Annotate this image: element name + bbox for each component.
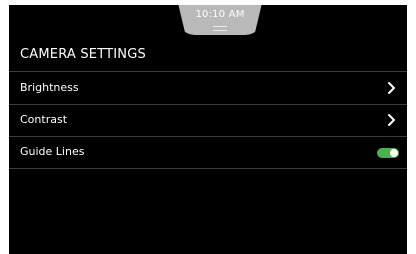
divider — [9, 104, 407, 105]
divider — [9, 136, 407, 137]
pull-down-handle-icon — [213, 26, 227, 31]
camera-settings-screen: 10:10 AM CAMERA SETTINGS Brightness Cont… — [9, 5, 407, 254]
settings-item-brightness[interactable]: Brightness — [9, 74, 407, 104]
toggle-knob — [390, 149, 398, 157]
chevron-right-icon — [388, 82, 395, 94]
device-frame: 10:10 AM CAMERA SETTINGS Brightness Cont… — [0, 0, 416, 254]
status-time: 10:10 AM — [195, 9, 245, 20]
settings-item-contrast[interactable]: Contrast — [9, 106, 407, 136]
settings-item-guide-lines[interactable]: Guide Lines — [9, 138, 407, 168]
page-title: CAMERA SETTINGS — [20, 47, 146, 62]
status-bar-pill[interactable]: 10:10 AM — [177, 5, 263, 35]
chevron-right-icon — [388, 114, 395, 126]
divider — [9, 168, 407, 169]
settings-item-label: Contrast — [20, 113, 68, 126]
divider — [9, 71, 407, 72]
settings-item-label: Guide Lines — [20, 145, 85, 158]
guide-lines-toggle[interactable] — [377, 148, 399, 158]
settings-item-label: Brightness — [20, 81, 79, 94]
